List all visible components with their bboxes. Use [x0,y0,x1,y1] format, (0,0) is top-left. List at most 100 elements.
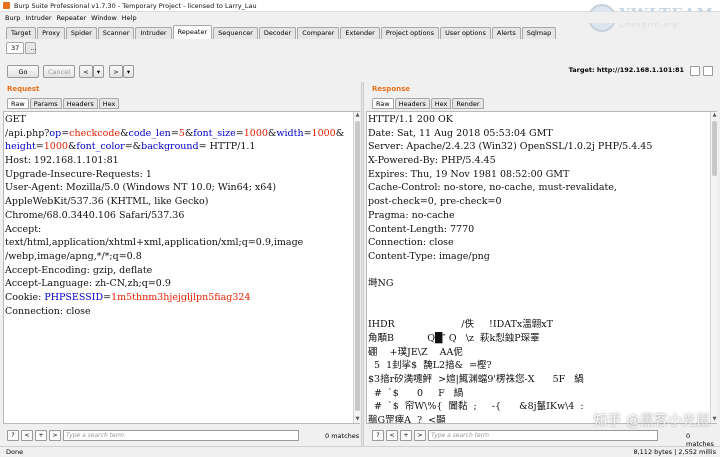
menu-burp[interactable]: Burp [5,14,20,22]
tab-comparer[interactable]: Comparer [297,27,340,39]
menu-repeater[interactable]: Repeater [57,14,87,22]
response-tab-headers[interactable]: Headers [394,98,430,109]
menu-help[interactable]: Help [122,14,137,22]
search-next-icon[interactable]: > [414,429,426,441]
tab-extender[interactable]: Extender [340,27,380,39]
tab-proxy[interactable]: Proxy [37,27,65,39]
request-line: Accept-Language: zh-CN,zh;q=0.9 [5,277,359,291]
search-add-icon[interactable]: + [35,429,47,441]
request-tab-params[interactable]: Params [29,98,62,109]
request-line: Upgrade-Insecure-Requests: 1 [5,168,359,182]
response-line: X-Powered-By: PHP/5.4.45 [368,155,496,167]
forward-button[interactable]: > [109,65,123,78]
search-prev-icon[interactable]: < [386,429,398,441]
request-text: = HTTP/1.1 [198,141,256,153]
request-text: Accept: [5,223,42,235]
response-line: 角顒B Q█″ Q \z 萩k悡鉵P琛睪 [368,333,540,344]
response-line: HTTP/1.1 200 OK [368,114,453,125]
tab-decoder[interactable]: Decoder [258,27,297,39]
subtab-37[interactable]: 37 [6,42,25,54]
request-search: ? < + > Type a search term [7,429,299,441]
param-name: font_size [193,127,236,139]
tab-user-options[interactable]: User options [440,27,491,39]
help-icon[interactable] [703,66,713,76]
request-text: /api.php? [5,127,50,139]
request-line: GET [5,113,359,127]
request-text: = [35,141,44,153]
request-tab-headers[interactable]: Headers [62,98,98,109]
scroll-up-icon[interactable]: ▲ [354,112,361,119]
param-name: width [276,127,304,139]
response-line [368,305,716,319]
edit-target-icon[interactable] [690,66,700,76]
search-prev-icon[interactable]: < [21,429,33,441]
main-tabs: Target Proxy Spider Scanner Intruder Repeater… [6,25,557,39]
request-text: Accept-Language: zh-CN,zh;q=0.9 [5,278,171,290]
tab-alerts[interactable]: Alerts [491,27,521,39]
request-text: = [103,291,112,303]
scroll-down-icon[interactable]: ▼ [711,416,718,423]
request-scroll-thumb[interactable] [355,121,360,411]
back-button[interactable]: < [79,65,93,78]
request-tab-raw[interactable]: Raw [7,98,29,109]
response-tab-render[interactable]: Render [452,98,484,109]
search-next-icon[interactable]: > [49,429,61,441]
response-search-input[interactable]: Type a search term [428,429,658,441]
scroll-up-icon[interactable]: ▲ [711,112,718,119]
response-scrollbar[interactable]: ▲ ▼ [710,112,717,423]
repeater-toolbar: Go Cancel < ▾ > ▾ Target: http://192.168… [0,63,720,79]
param-value: 1000 [243,127,268,139]
response-tab-raw[interactable]: Raw [372,98,394,109]
tab-spider[interactable]: Spider [65,27,97,39]
request-tabs: Raw Params Headers Hex [7,98,120,109]
request-editor[interactable]: GET/api.php?op=checkcode&code_len=5&font… [3,111,360,424]
menu-window[interactable]: Window [91,14,117,22]
response-line: 塒NG [368,278,394,290]
request-search-input[interactable]: Type a search term [63,429,299,441]
response-line: # `$ 0 F 緺 [368,387,464,399]
split-divider[interactable] [361,82,364,446]
menu-intruder[interactable]: Intruder [25,14,51,22]
param-value: 1m5thnm3hjejgljlpn5fiag324 [111,291,251,303]
request-text: & [132,141,142,153]
response-line: Date: Sat, 11 Aug 2018 05:53:04 GMT [368,127,553,139]
watermark-subtitle: ChangYin.org [619,21,678,29]
search-help-icon[interactable]: ? [7,429,19,441]
response-tab-hex[interactable]: Hex [430,98,452,109]
request-tab-hex[interactable]: Hex [98,98,120,109]
scroll-down-icon[interactable]: ▼ [354,416,361,423]
forward-menu-button[interactable]: ▾ [123,65,134,78]
response-editor[interactable]: HTTP/1.1 200 OK Date: Sat, 11 Aug 2018 05… [366,111,717,424]
tab-repeater[interactable]: Repeater [172,25,213,39]
search-help-icon[interactable]: ? [372,429,384,441]
subtab-new[interactable]: ... [25,42,36,54]
search-add-icon[interactable]: + [400,429,412,441]
request-scrollbar[interactable]: ▲ ▼ [353,112,360,423]
window-title: Burp Suite Professional v1.7.30 - Tempor… [14,1,257,10]
request-text: Upgrade-Insecure-Requests: 1 [5,168,152,180]
tab-intruder[interactable]: Intruder [135,27,172,39]
response-line [368,264,716,278]
tab-sqlmap[interactable]: Sqlmap [521,27,557,39]
tab-project-options[interactable]: Project options [380,27,440,39]
request-text: Connection: close [5,305,91,317]
tab-sequencer[interactable]: Sequencer [213,27,258,39]
response-line: 5 1刲挲$ 馣L2揞& =樫? [368,360,492,372]
request-line: Chrome/68.0.3440.106 Safari/537.36 [5,209,359,223]
cancel-button[interactable]: Cancel [43,65,75,78]
param-value: 1000 [311,127,336,139]
request-matches: 0 matches [325,432,360,440]
param-name: code_len [128,127,171,139]
request-text: Chrome/68.0.3440.106 Safari/537.36 [5,209,185,221]
back-menu-button[interactable]: ▾ [93,65,104,78]
go-button[interactable]: Go [7,65,39,78]
tab-scanner[interactable]: Scanner [97,27,135,39]
request-text: /webp,image/apng,*/*;q=0.8 [5,250,142,262]
tab-target[interactable]: Target [6,27,37,39]
request-line: AppleWebKit/537.36 (KHTML, like Gecko) [5,195,359,209]
response-line: Pragma: no-cache [368,209,455,221]
request-text: AppleWebKit/537.36 (KHTML, like Gecko) [5,196,209,208]
request-line: Accept-Encoding: gzip, deflate [5,264,359,278]
target-label: Target: http://192.168.1.101:81 [568,66,684,74]
response-scroll-thumb[interactable] [712,121,717,176]
